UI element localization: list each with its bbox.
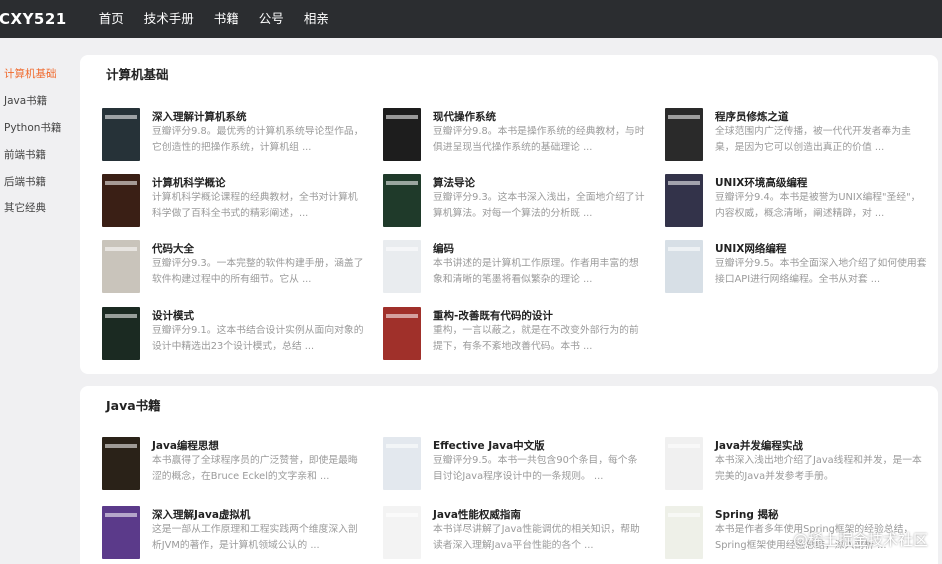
book-cover[interactable] <box>102 506 140 559</box>
book-item[interactable]: 重构-改善既有代码的设计重构，一言以蔽之，就是在不改变外部行为的前提下，有条不紊… <box>383 307 653 361</box>
book-item[interactable]: UNIX环境高级编程豆瓣评分9.4。本书是被誉为UNIX编程"圣经"，内容权威，… <box>665 174 935 228</box>
sidebar-item-frontend[interactable]: 前端书籍 <box>4 147 46 162</box>
book-title[interactable]: UNIX网络编程 <box>715 241 786 256</box>
watermark-text: @稀土掘金技术社区 <box>792 531 928 549</box>
book-title[interactable]: Java编程思想 <box>152 438 219 453</box>
book-cover[interactable] <box>665 240 703 293</box>
sidebar-item-python[interactable]: Python书籍 <box>4 120 61 135</box>
book-cover[interactable] <box>665 437 703 490</box>
book-description: 豆瓣评分9.1。这本书结合设计实例从面向对象的设计中精选出23个设计模式，总结 … <box>152 325 364 352</box>
book-cover[interactable] <box>383 437 421 490</box>
book-item[interactable]: 编码本书讲述的是计算机工作原理。作者用丰富的想象和清晰的笔墨将看似繁杂的理论 .… <box>383 240 653 294</box>
sidebar: 计算机基础 Java书籍 Python书籍 前端书籍 后端书籍 其它经典 <box>0 38 80 564</box>
book-description: 全球范围内广泛传播，被一代代开发者奉为圭臬，是因为它可以创造出真正的价值 ... <box>715 126 911 153</box>
book-item[interactable]: Java性能权威指南本书详尽讲解了Java性能调优的相关知识，帮助读者深入理解J… <box>383 506 653 560</box>
sidebar-item-cs-basics[interactable]: 计算机基础 <box>4 66 57 81</box>
book-item[interactable]: 现代操作系统豆瓣评分9.8。本书是操作系统的经典教材，与时俱进呈现当代操作系统的… <box>383 108 653 162</box>
sidebar-item-backend[interactable]: 后端书籍 <box>4 174 46 189</box>
book-cover[interactable] <box>102 307 140 360</box>
section-card-cs-basics: 计算机基础 深入理解计算机系统豆瓣评分9.8。最优秀的计算机系统导论型作品，它创… <box>80 55 938 374</box>
nav-item-account[interactable]: 公号 <box>259 0 284 38</box>
book-description: 这是一部从工作原理和工程实践两个维度深入剖析JVM的著作，是计算机领域公认的 .… <box>152 524 358 551</box>
book-title[interactable]: Spring 揭秘 <box>715 507 779 522</box>
book-title[interactable]: 设计模式 <box>152 308 194 323</box>
book-item[interactable]: 代码大全豆瓣评分9.3。一本完整的软件构建手册，涵盖了软件构建过程中的所有细节。… <box>102 240 372 294</box>
book-title[interactable]: 深入理解Java虚拟机 <box>152 507 250 522</box>
book-item[interactable]: Java并发编程实战本书深入浅出地介绍了Java线程和并发，是一本完美的Java… <box>665 437 935 491</box>
book-cover[interactable] <box>102 174 140 227</box>
book-cover[interactable] <box>383 307 421 360</box>
book-cover[interactable] <box>665 108 703 161</box>
book-cover[interactable] <box>102 437 140 490</box>
book-title[interactable]: 深入理解计算机系统 <box>152 109 247 124</box>
book-description: 本书赢得了全球程序员的广泛赞誉，即使是最晦涩的概念，在Bruce Eckel的文… <box>152 455 358 482</box>
book-description: 豆瓣评分9.5。本书全面深入地介绍了如何使用套接口API进行网络编程。全书从对套… <box>715 258 927 285</box>
book-title[interactable]: Java性能权威指南 <box>433 507 521 522</box>
section-title: 计算机基础 <box>106 67 169 82</box>
book-description: 本书讲述的是计算机工作原理。作者用丰富的想象和清晰的笔墨将看似繁杂的理论 ... <box>433 258 639 285</box>
book-item[interactable]: UNIX网络编程豆瓣评分9.5。本书全面深入地介绍了如何使用套接口API进行网络… <box>665 240 935 294</box>
book-item[interactable]: 计算机科学概论计算机科学概论课程的经典教材，全书对计算机科学做了百科全书式的精彩… <box>102 174 372 228</box>
book-description: 豆瓣评分9.3。一本完整的软件构建手册，涵盖了软件构建过程中的所有细节。它从 .… <box>152 258 364 285</box>
book-item[interactable]: 程序员修炼之道全球范围内广泛传播，被一代代开发者奉为圭臬，是因为它可以创造出真正… <box>665 108 935 162</box>
watermark: @稀土掘金技术社区 <box>793 529 928 550</box>
book-cover[interactable] <box>102 108 140 161</box>
nav-item-dating[interactable]: 相亲 <box>304 0 329 38</box>
book-description: 豆瓣评分9.8。本书是操作系统的经典教材，与时俱进呈现当代操作系统的基础理论 .… <box>433 126 645 153</box>
book-cover[interactable] <box>102 240 140 293</box>
book-description: 豆瓣评分9.8。最优秀的计算机系统导论型作品，它创造性的把操作系统，计算机组 .… <box>152 126 364 153</box>
book-title[interactable]: Effective Java中文版 <box>433 438 545 453</box>
book-description: 豆瓣评分9.3。这本书深入浅出，全面地介绍了计算机算法。对每一个算法的分析既 .… <box>433 192 645 219</box>
book-description: 豆瓣评分9.4。本书是被誉为UNIX编程"圣经"，内容权威，概念清晰，阐述精辟，… <box>715 192 921 219</box>
book-item[interactable]: Java编程思想本书赢得了全球程序员的广泛赞誉，即使是最晦涩的概念，在Bruce… <box>102 437 372 491</box>
sidebar-item-java[interactable]: Java书籍 <box>4 93 47 108</box>
book-description: 豆瓣评分9.5。本书一共包含90个条目，每个条目讨论Java程序设计中的一条规则… <box>433 455 638 482</box>
book-cover[interactable] <box>383 240 421 293</box>
book-item[interactable]: 算法导论豆瓣评分9.3。这本书深入浅出，全面地介绍了计算机算法。对每一个算法的分… <box>383 174 653 228</box>
book-title[interactable]: 代码大全 <box>152 241 194 256</box>
nav-item-home[interactable]: 首页 <box>99 0 124 38</box>
book-description: 本书详尽讲解了Java性能调优的相关知识，帮助读者深入理解Java平台性能的各个… <box>433 524 640 551</box>
book-item[interactable]: 深入理解计算机系统豆瓣评分9.8。最优秀的计算机系统导论型作品，它创造性的把操作… <box>102 108 372 162</box>
nav-item-books[interactable]: 书籍 <box>214 0 239 38</box>
main-nav: 首页 技术手册 书籍 公号 相亲 <box>99 0 329 38</box>
site-logo[interactable]: CXY521 <box>0 10 67 28</box>
book-cover[interactable] <box>383 108 421 161</box>
book-title[interactable]: Java并发编程实战 <box>715 438 803 453</box>
book-description: 计算机科学概论课程的经典教材，全书对计算机科学做了百科全书式的精彩阐述，... <box>152 192 358 219</box>
top-navbar: CXY521 首页 技术手册 书籍 公号 相亲 <box>0 0 942 38</box>
book-description: 重构，一言以蔽之，就是在不改变外部行为的前提下，有条不紊地改善代码。本书 ... <box>433 325 639 352</box>
book-item[interactable]: 设计模式豆瓣评分9.1。这本书结合设计实例从面向对象的设计中精选出23个设计模式… <box>102 307 372 361</box>
book-cover[interactable] <box>665 506 703 559</box>
nav-item-manual[interactable]: 技术手册 <box>144 0 194 38</box>
book-title[interactable]: 现代操作系统 <box>433 109 496 124</box>
book-description: 本书深入浅出地介绍了Java线程和并发，是一本完美的Java并发参考手册。 <box>715 455 922 482</box>
book-title[interactable]: 重构-改善既有代码的设计 <box>433 308 553 323</box>
book-title[interactable]: UNIX环境高级编程 <box>715 175 807 190</box>
sidebar-item-other[interactable]: 其它经典 <box>4 200 46 215</box>
book-cover[interactable] <box>665 174 703 227</box>
book-title[interactable]: 算法导论 <box>433 175 475 190</box>
book-title[interactable]: 程序员修炼之道 <box>715 109 789 124</box>
book-title[interactable]: 编码 <box>433 241 454 256</box>
section-title: Java书籍 <box>106 398 161 413</box>
book-cover[interactable] <box>383 174 421 227</box>
book-item[interactable]: Effective Java中文版豆瓣评分9.5。本书一共包含90个条目，每个条… <box>383 437 653 491</box>
book-cover[interactable] <box>383 506 421 559</box>
book-item[interactable]: 深入理解Java虚拟机这是一部从工作原理和工程实践两个维度深入剖析JVM的著作，… <box>102 506 372 560</box>
book-title[interactable]: 计算机科学概论 <box>152 175 226 190</box>
